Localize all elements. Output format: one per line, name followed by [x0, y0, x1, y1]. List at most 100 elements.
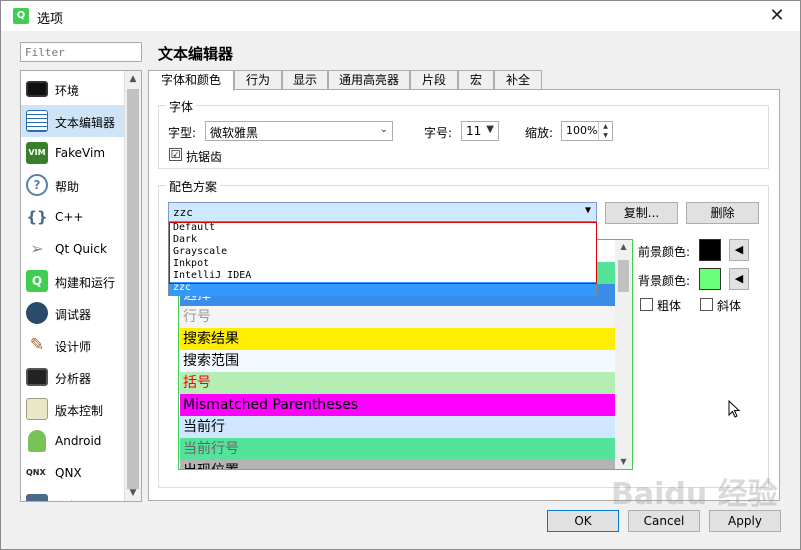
- qt-creator-icon: Q: [13, 8, 29, 24]
- preview-row[interactable]: 搜索范围: [180, 350, 616, 372]
- debugger-icon: [26, 302, 48, 324]
- preview-row[interactable]: 搜索结果: [180, 328, 616, 350]
- scroll-down-icon[interactable]: ▼: [125, 485, 141, 501]
- sidebar-item-debugger[interactable]: 调试器: [21, 297, 125, 329]
- sidebar-item-devices[interactable]: 设备: [21, 489, 125, 501]
- zoom-value: 100%: [566, 124, 598, 137]
- sidebar-item-build-run[interactable]: Q 构建和运行: [21, 265, 125, 297]
- preview-row[interactable]: 出现位置: [180, 460, 616, 469]
- sidebar-item-label: 环境: [55, 84, 80, 98]
- sidebar-item-help[interactable]: ? 帮助: [21, 169, 125, 201]
- sidebar-item-environment[interactable]: 环境: [21, 73, 125, 105]
- delete-button[interactable]: 删除: [686, 202, 759, 224]
- scroll-down-icon[interactable]: ▼: [615, 455, 632, 469]
- preview-row[interactable]: 当前行: [180, 416, 616, 438]
- tab-completion[interactable]: 补全: [494, 70, 542, 90]
- analyzer-icon: [26, 368, 48, 386]
- text-editor-icon: [26, 110, 48, 132]
- cancel-button[interactable]: Cancel: [628, 510, 700, 532]
- preview-row[interactable]: 括号: [180, 372, 616, 394]
- mouse-cursor-icon: [728, 400, 740, 418]
- monitor-icon: [26, 81, 48, 97]
- dropdown-option[interactable]: Inkpot: [169, 258, 596, 270]
- dropdown-option[interactable]: Default: [169, 222, 596, 234]
- tab-generic-highlighter[interactable]: 通用高亮器: [328, 70, 410, 90]
- sidebar-item-qnx[interactable]: QNX QNX: [21, 457, 125, 489]
- scroll-thumb[interactable]: [127, 89, 139, 489]
- title-bar: Q 选项 ✕: [1, 1, 800, 31]
- spin-arrows-icon[interactable]: ▲ ▼: [598, 122, 612, 140]
- qnx-icon: QNX: [26, 468, 46, 477]
- build-run-icon: Q: [26, 270, 48, 292]
- dropdown-option[interactable]: Grayscale: [169, 246, 596, 258]
- color-scheme-select[interactable]: zzc ▼: [168, 202, 597, 222]
- sidebar-item-designer[interactable]: ✎ 设计师: [21, 329, 125, 361]
- sidebar-item-label: 分析器: [55, 372, 92, 386]
- foreground-erase-button[interactable]: ◀: [729, 239, 749, 261]
- sidebar-item-fakevim[interactable]: VIM FakeVim: [21, 137, 125, 169]
- fakevim-icon: VIM: [26, 142, 48, 164]
- close-button[interactable]: ✕: [762, 4, 792, 28]
- sidebar-item-version-control[interactable]: 版本控制: [21, 393, 125, 425]
- preview-row[interactable]: 行号: [180, 306, 616, 328]
- apply-button[interactable]: Apply: [709, 510, 781, 532]
- window-title: 选项: [37, 12, 64, 27]
- color-scheme-dropdown: Default Dark Grayscale Inkpot IntelliJ I…: [168, 221, 597, 296]
- tab-fonts-colors[interactable]: 字体和颜色: [148, 70, 234, 91]
- sidebar-item-cpp[interactable]: {} C++: [21, 201, 125, 233]
- font-size-value: 11: [466, 124, 482, 138]
- tab-display[interactable]: 显示: [282, 70, 328, 90]
- preview-scrollbar[interactable]: ▲ ▼: [615, 240, 632, 469]
- foreground-color-swatch[interactable]: [699, 239, 721, 261]
- dropdown-arrow-icon: ▼: [584, 205, 591, 216]
- background-erase-button[interactable]: ◀: [729, 268, 749, 290]
- background-color-swatch[interactable]: [699, 268, 721, 290]
- tab-behavior[interactable]: 行为: [234, 70, 282, 90]
- font-family-select[interactable]: 微软雅黑 ⌄: [205, 121, 393, 141]
- tab-snippets[interactable]: 片段: [410, 70, 458, 90]
- bold-label: 粗体: [657, 299, 682, 313]
- bold-checkbox[interactable]: [640, 298, 653, 311]
- scroll-up-icon[interactable]: ▲: [125, 71, 141, 87]
- font-size-select[interactable]: 11 ▼: [461, 121, 499, 141]
- dropdown-option[interactable]: Dark: [169, 234, 596, 246]
- sidebar-item-android[interactable]: Android: [21, 425, 125, 457]
- options-dialog: Q 选项 ✕ 环境 文本编辑器 VIM FakeVim ? 帮助 {} C++ …: [0, 0, 801, 550]
- cpp-braces-icon: {}: [26, 208, 48, 226]
- italic-label: 斜体: [717, 299, 742, 313]
- filter-input[interactable]: [20, 42, 142, 62]
- left-arrow-icon: ◀: [734, 243, 744, 256]
- qtquick-icon: ➢: [30, 239, 44, 258]
- sidebar-item-label: 调试器: [55, 308, 92, 322]
- chevron-down-icon: ▼: [486, 124, 494, 135]
- scroll-thumb[interactable]: [618, 260, 629, 292]
- dropdown-option-selected[interactable]: zzc: [169, 282, 596, 296]
- page-title: 文本编辑器: [158, 45, 234, 63]
- zoom-spinbox[interactable]: 100% ▲ ▼: [561, 121, 613, 141]
- sidebar-item-label: 文本编辑器: [55, 116, 116, 130]
- android-icon: [28, 430, 46, 452]
- copy-button[interactable]: 复制...: [605, 202, 678, 224]
- antialias-label: 抗锯齿: [186, 150, 223, 164]
- category-scrollbar[interactable]: ▲ ▼: [124, 71, 141, 501]
- preview-row[interactable]: Mismatched Parentheses: [180, 394, 616, 416]
- scroll-up-icon[interactable]: ▲: [615, 240, 632, 254]
- preview-row[interactable]: 当前行号: [180, 438, 616, 460]
- sidebar-item-analyzer[interactable]: 分析器: [21, 361, 125, 393]
- tab-macros[interactable]: 宏: [458, 70, 494, 90]
- category-list: 环境 文本编辑器 VIM FakeVim ? 帮助 {} C++ ➢ Qt Qu…: [20, 70, 142, 502]
- sidebar-item-text-editor[interactable]: 文本编辑器: [21, 105, 125, 137]
- antialias-checkbox[interactable]: ☑: [169, 148, 182, 161]
- foreground-label: 前景颜色:: [638, 245, 691, 259]
- sidebar-item-label: C++: [55, 210, 84, 224]
- background-label: 背景颜色:: [638, 274, 691, 288]
- sidebar-item-qtquick[interactable]: ➢ Qt Quick: [21, 233, 125, 265]
- font-family-label: 字型:: [168, 126, 197, 140]
- color-scheme-title: 配色方案: [166, 178, 221, 195]
- dropdown-option[interactable]: IntelliJ IDEA: [169, 270, 596, 282]
- ok-button[interactable]: OK: [547, 510, 619, 532]
- italic-checkbox[interactable]: [700, 298, 713, 311]
- sidebar-item-label: Qt Quick: [55, 242, 107, 256]
- left-arrow-icon: ◀: [734, 272, 744, 285]
- sidebar-item-label: QNX: [55, 466, 82, 480]
